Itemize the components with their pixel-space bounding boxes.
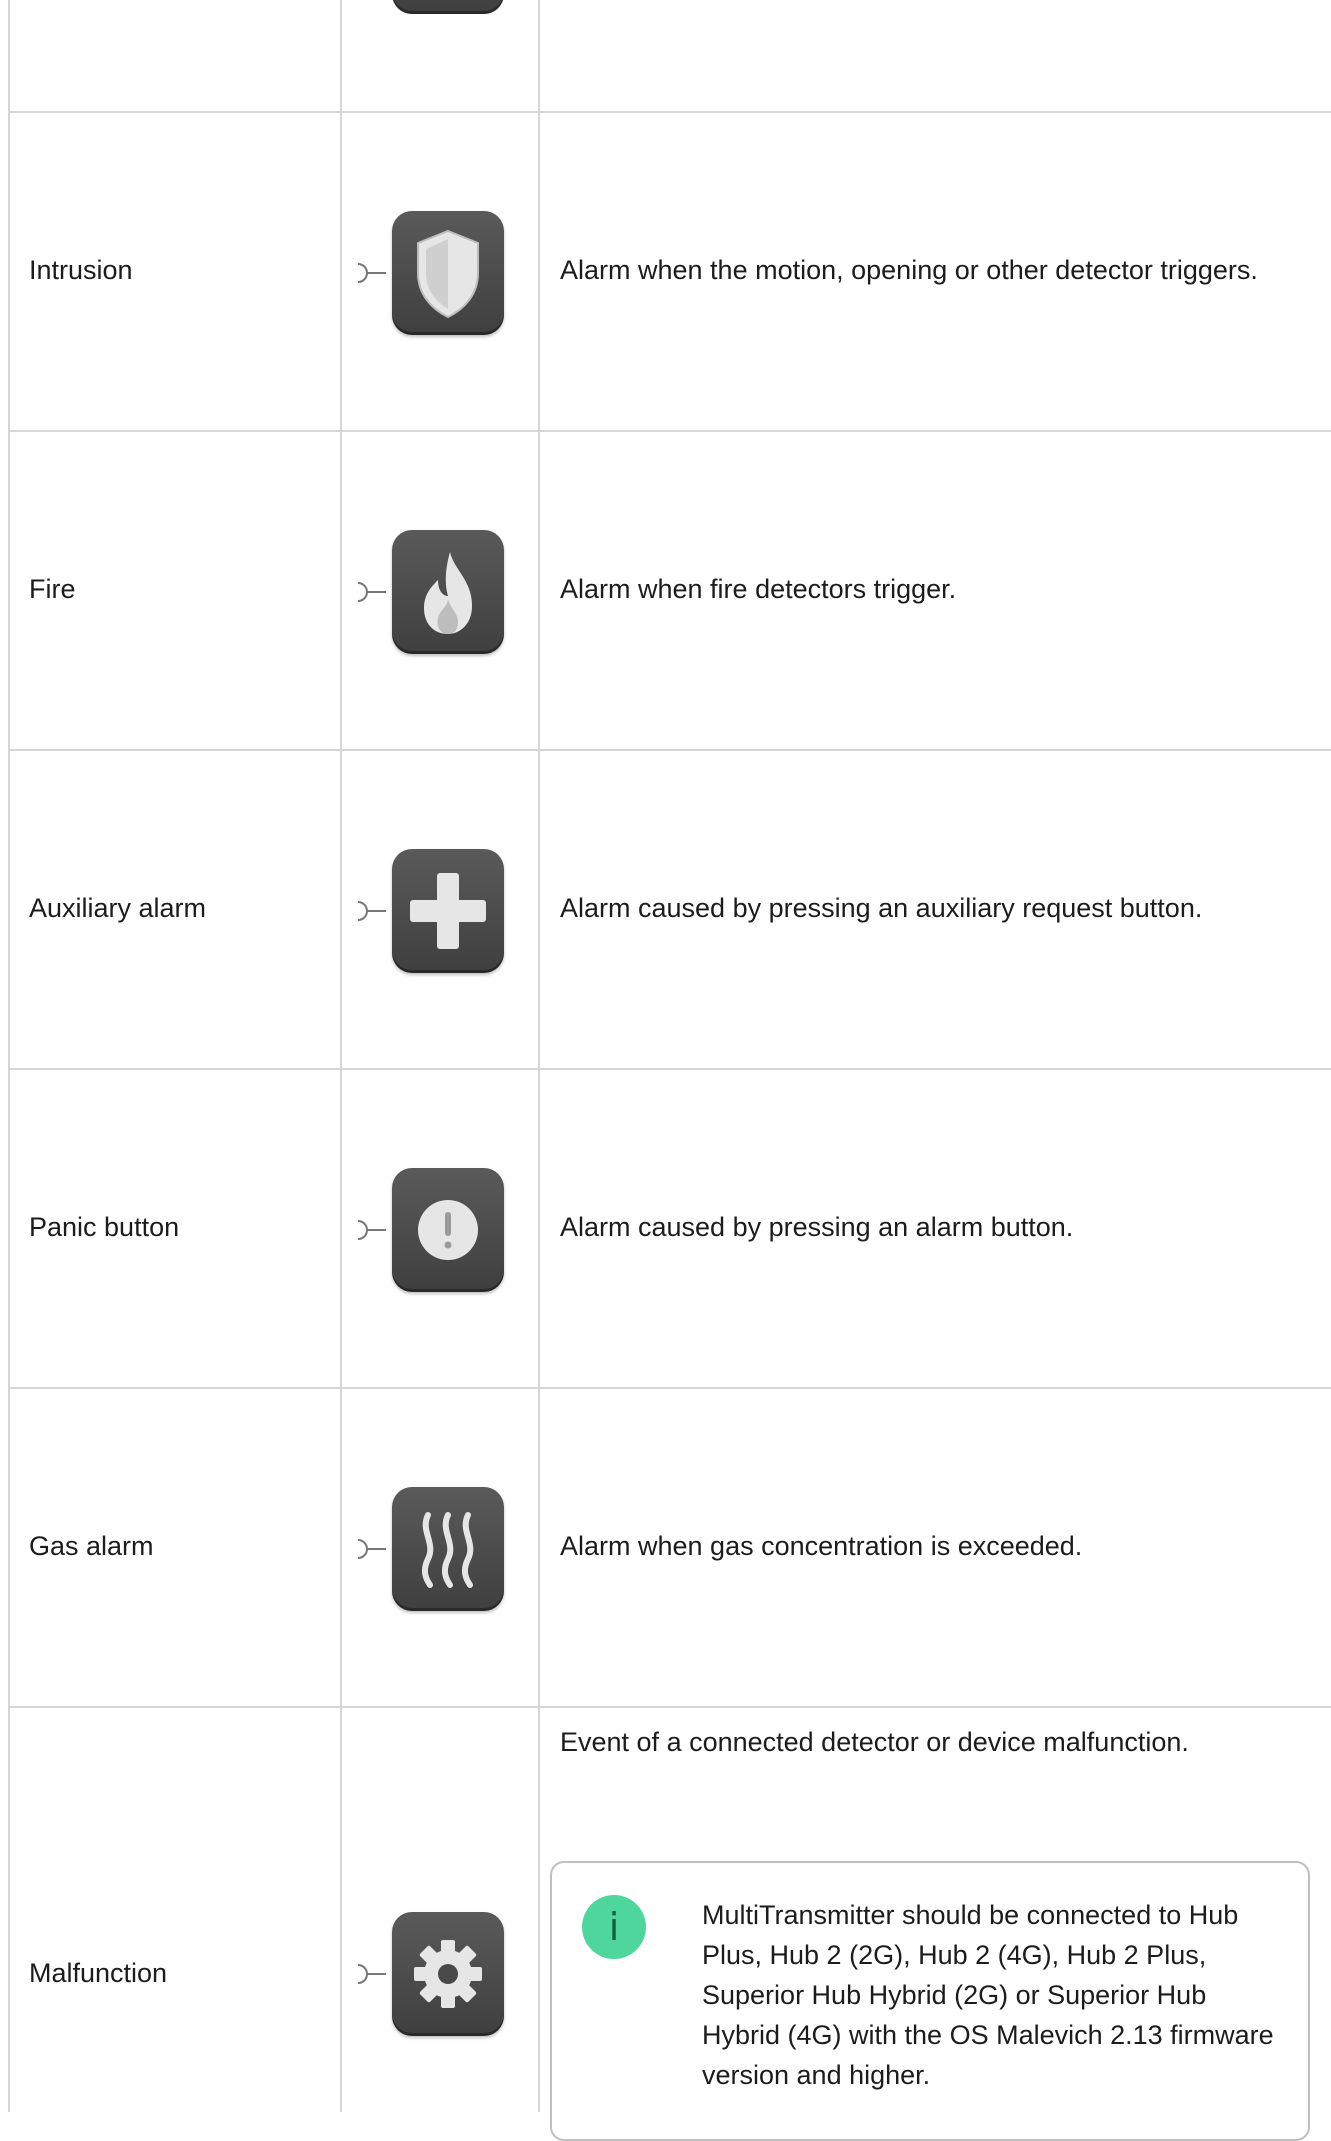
shield-icon bbox=[392, 211, 504, 335]
event-icon bbox=[356, 211, 506, 335]
event-name: Intrusion bbox=[29, 255, 133, 285]
plus-icon bbox=[392, 849, 504, 973]
events-table: Intrusion Alarm when the motion, opening… bbox=[8, 0, 1331, 2112]
event-icon bbox=[356, 849, 506, 973]
event-icon bbox=[356, 1487, 506, 1611]
event-icon bbox=[356, 1168, 506, 1292]
event-description: Alarm when gas concentration is exceeded… bbox=[560, 1531, 1083, 1561]
connector-icon bbox=[357, 1220, 386, 1240]
flame-icon bbox=[392, 530, 504, 654]
table-row: Intrusion Alarm when the motion, opening… bbox=[10, 111, 1331, 431]
table-row: Panic button Alarm caused by pressing an… bbox=[10, 1068, 1331, 1388]
event-icon bbox=[356, 1912, 506, 2036]
event-description: Alarm caused by pressing an alarm button… bbox=[560, 1212, 1074, 1242]
connector-icon bbox=[357, 263, 386, 283]
event-description: Alarm caused by pressing an auxiliary re… bbox=[560, 893, 1203, 923]
connector-icon bbox=[357, 1539, 386, 1559]
gas-waves-icon bbox=[392, 1487, 504, 1611]
event-description: Alarm when fire detectors trigger. bbox=[560, 574, 957, 604]
connector-icon bbox=[357, 582, 386, 602]
event-name: Auxiliary alarm bbox=[29, 893, 207, 923]
event-description: Event of a connected detector or device … bbox=[560, 1727, 1189, 1757]
table-row: Auxiliary alarm Alarm caused by pressing… bbox=[10, 749, 1331, 1069]
table-row: Gas alarm Alarm when gas concentration i… bbox=[10, 1387, 1331, 1707]
event-icon bbox=[356, 530, 506, 654]
info-icon: i bbox=[582, 1895, 646, 1959]
connector-icon bbox=[357, 1964, 386, 1984]
gear-icon bbox=[392, 1912, 504, 2036]
event-name: Panic button bbox=[29, 1212, 180, 1242]
table-row: Fire Alarm when fire detectors trigger. bbox=[10, 430, 1331, 750]
connector-icon bbox=[357, 901, 386, 921]
event-name: Malfunction bbox=[29, 1958, 168, 1988]
event-description: Alarm when the motion, opening or other … bbox=[560, 255, 1258, 285]
info-note: i MultiTransmitter should be connected t… bbox=[550, 1861, 1310, 2141]
previous-row-icon-tile bbox=[392, 0, 504, 14]
event-name: Fire bbox=[29, 574, 76, 604]
info-note-text: MultiTransmitter should be connected to … bbox=[702, 1900, 1274, 2090]
event-name: Gas alarm bbox=[29, 1531, 154, 1561]
exclamation-icon bbox=[392, 1168, 504, 1292]
